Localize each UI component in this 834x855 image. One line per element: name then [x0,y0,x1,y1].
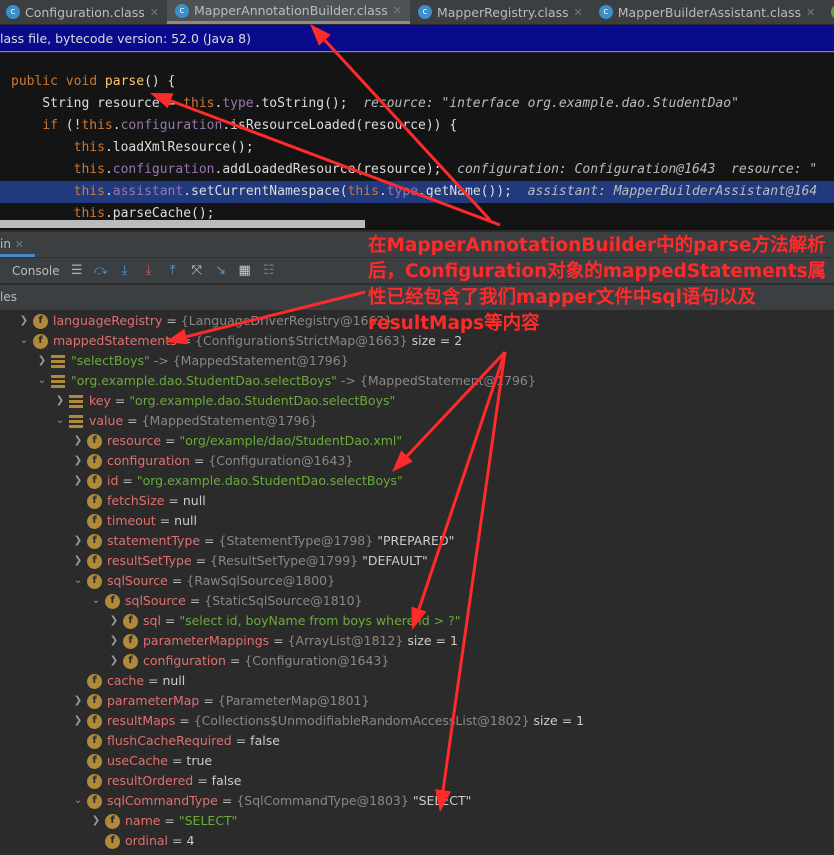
arrow-line [170,99,501,227]
arrow-line [405,350,507,458]
arrow-head [150,93,174,109]
arrow-line [185,290,366,339]
arrow-line [441,351,507,791]
arrow-head [411,606,427,630]
arrow-head [165,328,189,345]
arrow-line [417,351,507,610]
arrow-head [435,789,451,812]
annotation-arrows [150,24,507,812]
arrow-line [323,39,492,222]
